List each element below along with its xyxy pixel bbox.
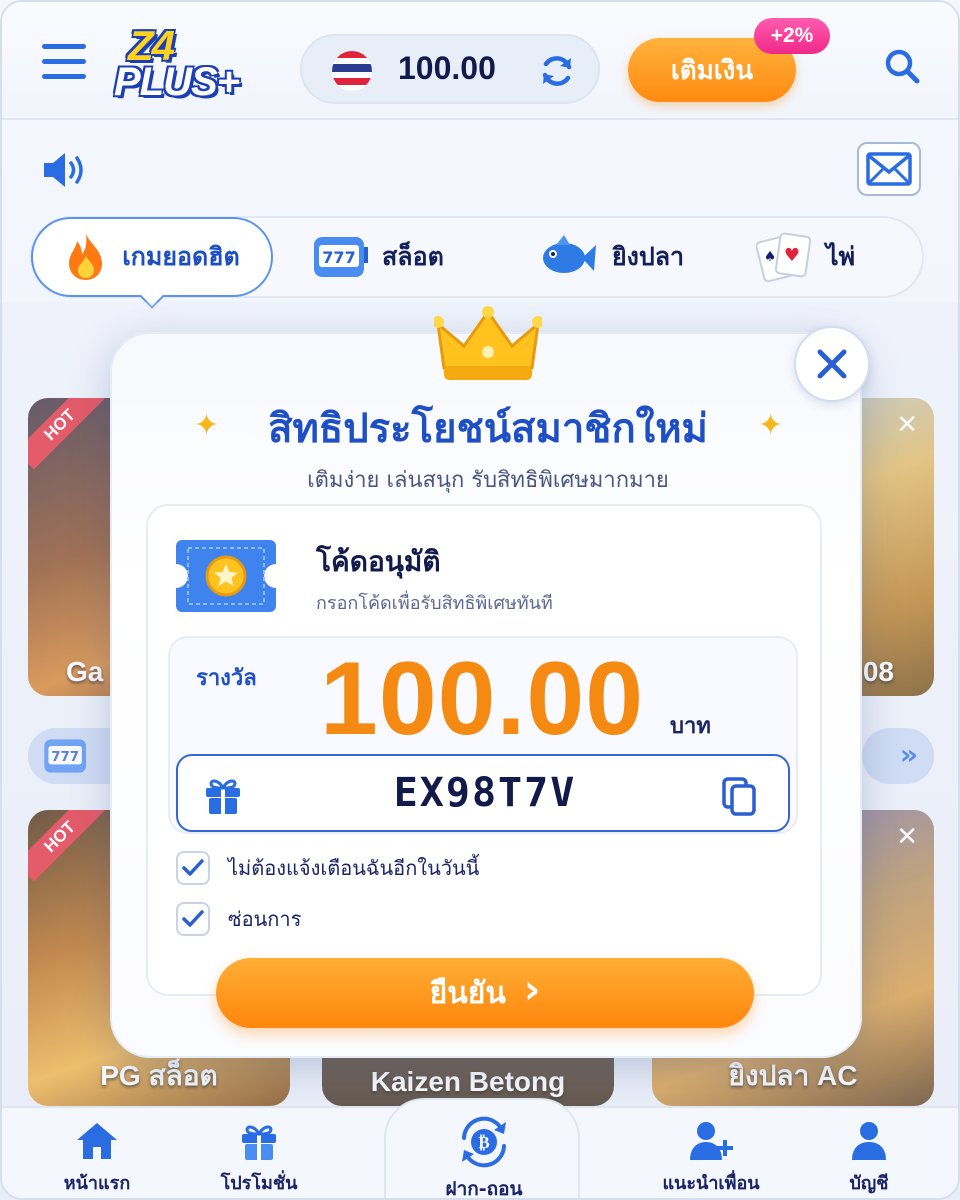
add-friend-icon xyxy=(690,1122,733,1160)
svg-text:♥: ♥ xyxy=(784,245,800,266)
top-header: Z4 PLUS+ 100.00 เติมเงิน +2% xyxy=(2,2,958,120)
search-icon[interactable] xyxy=(882,46,922,86)
svg-text:₿: ₿ xyxy=(478,1133,489,1153)
category-label: สล็อต xyxy=(382,242,444,271)
bottom-nav: หน้าแรก โปรโมชั่น ₿ ฝาก-ถอน แนะนำเพื่อน … xyxy=(2,1098,958,1198)
speaker-icon[interactable] xyxy=(40,148,90,192)
svg-text:♠: ♠ xyxy=(764,249,777,265)
balance-pill: 100.00 xyxy=(300,34,600,104)
category-label: ไพ่ xyxy=(826,242,856,271)
dont-remind-label: ไม่ต้องแจ้งเตือนฉันอีกในวันนี้ xyxy=(228,856,480,880)
category-slots[interactable]: 777 สล็อต xyxy=(312,218,444,296)
logo[interactable]: Z4 PLUS+ xyxy=(110,22,250,106)
nav-label: บัญชี xyxy=(849,1173,889,1194)
menu-icon[interactable] xyxy=(42,44,86,84)
dont-remind-checkbox-row[interactable]: ไม่ต้องแจ้งเตือนฉันอีกในวันนี้ xyxy=(176,851,479,885)
cards-icon: ♥ ♠ xyxy=(756,232,812,283)
category-hot-games[interactable]: เกมยอดฮิต xyxy=(31,217,273,297)
thai-flag-icon xyxy=(332,51,372,91)
bitcoin-exchange-icon: ₿ xyxy=(462,1116,506,1168)
nav-label: แนะนำเพื่อน xyxy=(662,1173,760,1194)
card-title: โค้ดอนุมัติ xyxy=(316,545,441,578)
new-member-promo-modal: ✦ ✦ สิทธิประโยชน์สมาชิกใหม่ เติมง่าย เล่… xyxy=(110,306,870,1058)
confirm-button[interactable]: ยืนยัน › xyxy=(216,958,754,1028)
slot-777-icon: 777 xyxy=(314,237,368,277)
dont-remind-checkbox[interactable] xyxy=(176,851,210,885)
home-icon xyxy=(77,1123,117,1159)
promo-code-value: EX98T7V xyxy=(393,770,577,816)
category-bar: เกมยอดฮิต 777 สล็อต ยิงปลา ♥ ♠ ไพ่ xyxy=(30,216,924,298)
checkmark-icon xyxy=(182,910,204,927)
app-frame: Z4 PLUS+ 100.00 เติมเงิน +2% เกมยอดฮิต 7… xyxy=(0,0,960,1200)
category-label: ยิงปลา xyxy=(612,242,685,271)
close-icon xyxy=(817,349,847,379)
fish-icon xyxy=(543,235,596,273)
close-button[interactable] xyxy=(794,326,870,402)
category-cards[interactable]: ♥ ♠ ไพ่ xyxy=(756,218,855,296)
hide-label: ซ่อนการ xyxy=(228,907,302,931)
ticket-icon xyxy=(176,540,276,612)
confirm-label: ยืนยัน xyxy=(429,975,506,1011)
copy-icon[interactable] xyxy=(720,776,758,816)
category-label: เกมยอดฮิต xyxy=(122,242,240,271)
svg-text:777: 777 xyxy=(322,248,355,267)
hide-checkbox-row[interactable]: ซ่อนการ xyxy=(176,902,301,936)
modal-title: สิทธิประโยชน์สมาชิกใหม่ xyxy=(268,406,708,452)
balance-value: 100.00 xyxy=(398,50,496,86)
hide-checkbox[interactable] xyxy=(176,902,210,936)
nav-refer-friend[interactable]: แนะนำเพื่อน xyxy=(646,1120,776,1197)
nav-deposit-withdraw[interactable]: ₿ ฝาก-ถอน xyxy=(419,1116,549,1200)
chevron-right-icon: › xyxy=(523,967,541,1013)
nav-account[interactable]: บัญชี xyxy=(804,1120,934,1197)
promo-code-field[interactable]: EX98T7V xyxy=(176,754,790,832)
refresh-icon[interactable] xyxy=(538,52,576,90)
crown-icon xyxy=(434,306,542,380)
nav-label: หน้าแรก xyxy=(63,1173,131,1194)
reward-amount: 100.00 xyxy=(320,641,645,757)
reward-unit: บาท xyxy=(670,714,711,739)
deposit-bonus-badge: +2% xyxy=(754,18,830,54)
nav-promotions[interactable]: โปรโมชั่น xyxy=(194,1120,324,1197)
card-subtitle: กรอกโค้ดเพื่อรับสิทธิพิเศษทันที xyxy=(316,593,553,614)
fire-icon xyxy=(69,234,103,280)
modal-subtitle: เติมง่าย เล่นสนุก รับสิทธิพิเศษมากมาย xyxy=(307,468,669,493)
reward-label: รางวัล xyxy=(196,666,257,691)
logo-bottom-text: PLUS+ xyxy=(114,60,240,104)
category-fishing[interactable]: ยิงปลา xyxy=(538,218,684,296)
nav-label: โปรโมชั่น xyxy=(220,1173,298,1194)
checkmark-icon xyxy=(182,859,204,876)
promo-code-card: โค้ดอนุมัติ กรอกโค้ดเพื่อรับสิทธิพิเศษทั… xyxy=(146,504,822,996)
user-icon xyxy=(852,1122,886,1160)
gift-icon xyxy=(242,1125,276,1160)
nav-home[interactable]: หน้าแรก xyxy=(32,1120,162,1197)
nav-label: ฝาก-ถอน xyxy=(445,1178,523,1200)
mail-icon[interactable] xyxy=(857,142,921,196)
nav-center-tab: ₿ ฝาก-ถอน xyxy=(384,1098,580,1200)
